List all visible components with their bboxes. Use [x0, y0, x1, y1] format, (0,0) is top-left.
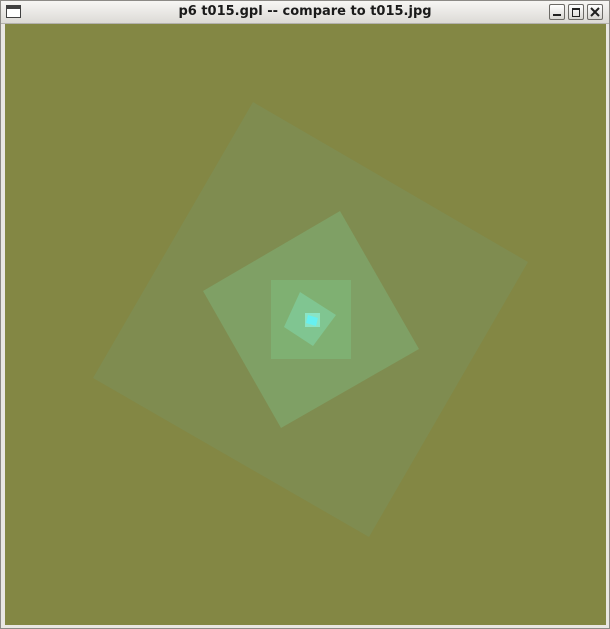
close-icon[interactable]: [587, 4, 603, 20]
minimize-icon[interactable]: [549, 4, 565, 20]
app-window: p6 t015.gpl -- compare to t015.jpg: [0, 0, 610, 629]
window-title: p6 t015.gpl -- compare to t015.jpg: [178, 4, 432, 19]
maximize-icon[interactable]: [568, 4, 584, 20]
nested-squares-drawing: [5, 24, 606, 625]
drawing-canvas: [5, 24, 606, 625]
title-bar[interactable]: p6 t015.gpl -- compare to t015.jpg: [1, 1, 609, 24]
